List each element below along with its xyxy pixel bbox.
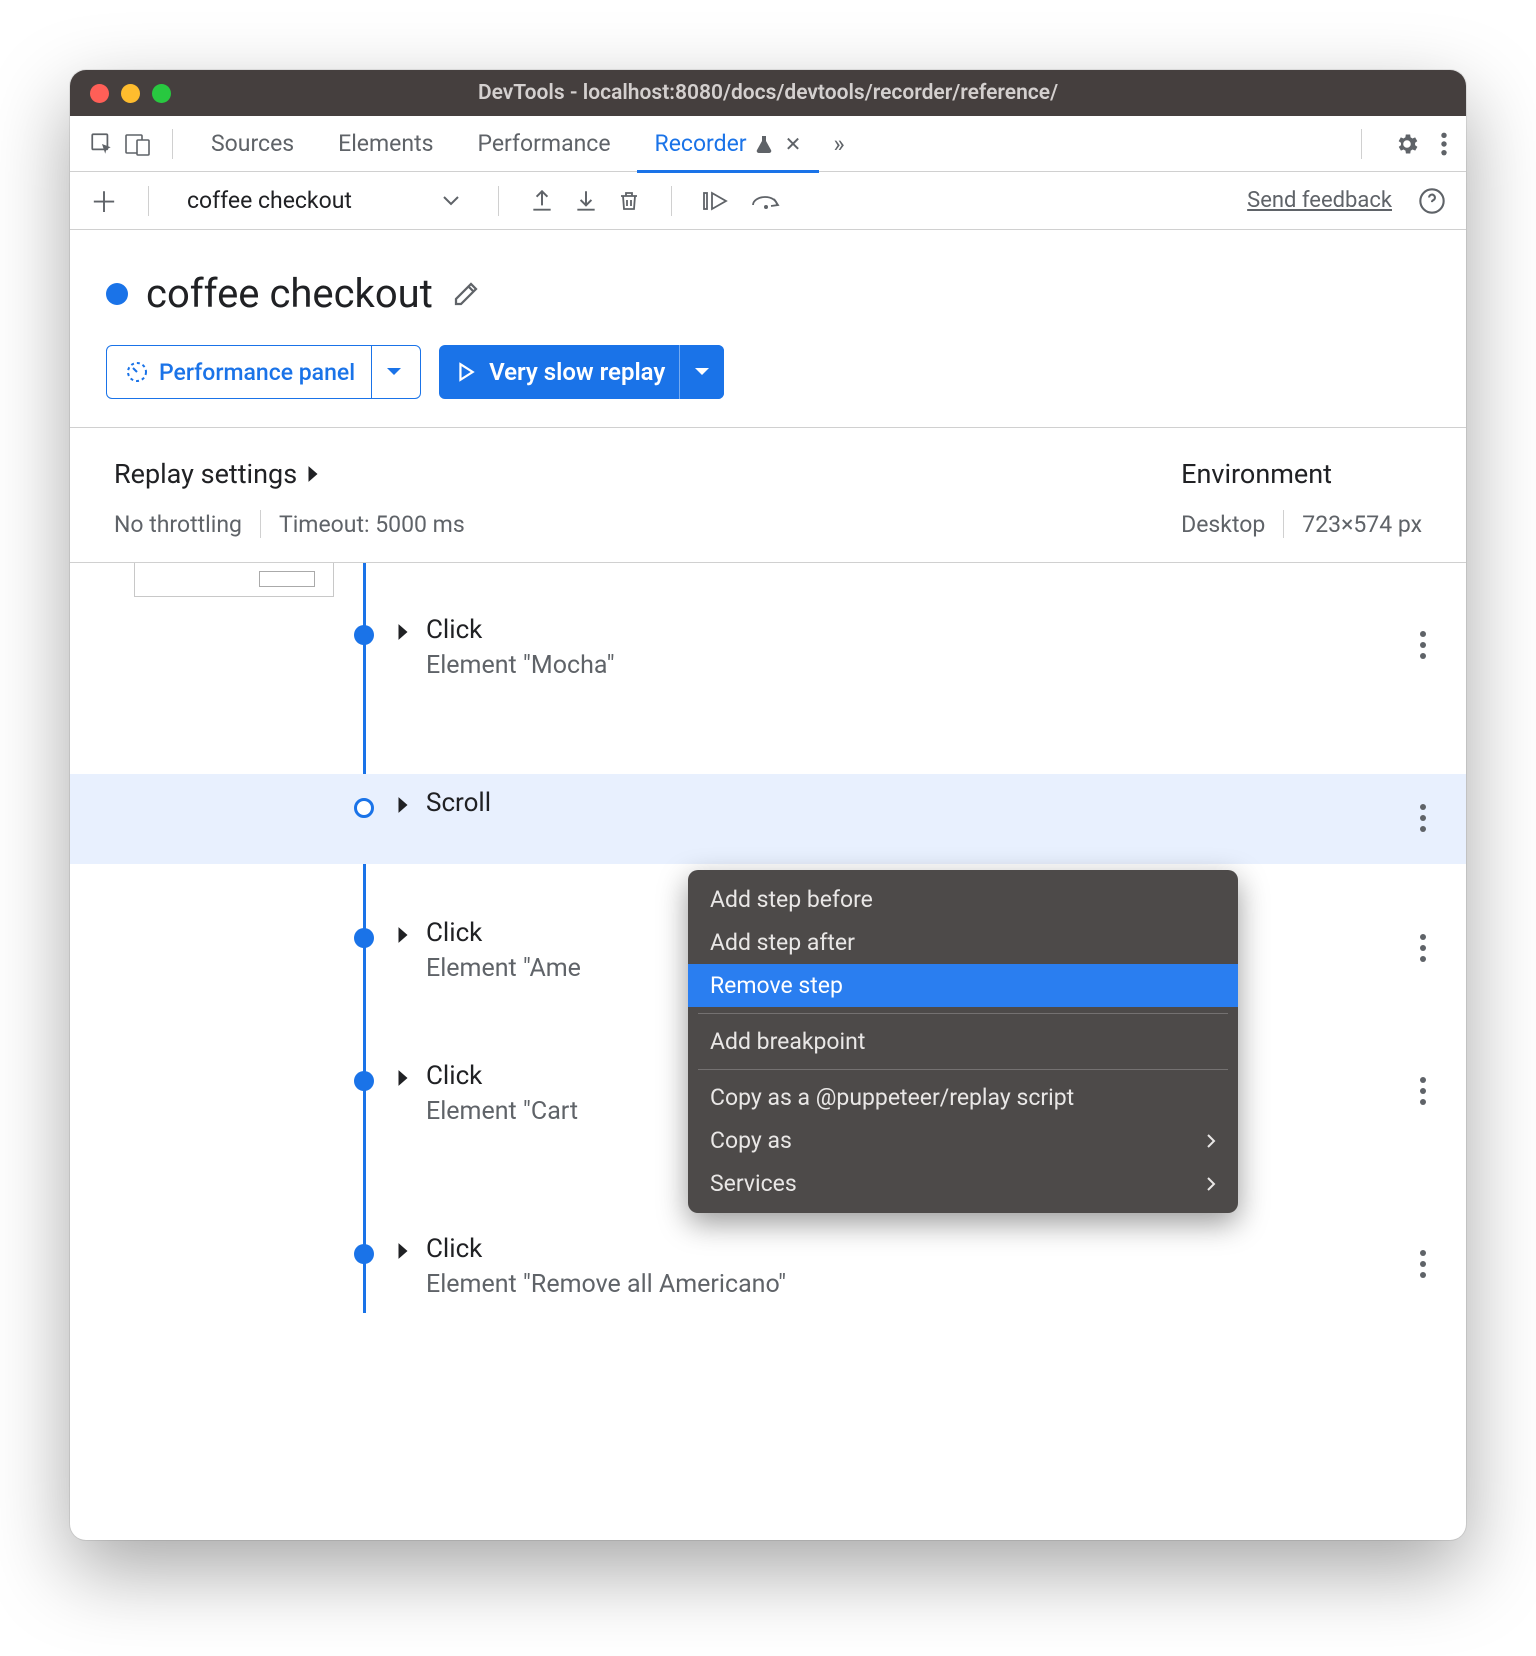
separator <box>671 186 672 216</box>
menu-add-step-before[interactable]: Add step before <box>688 878 1238 921</box>
edit-title-icon[interactable] <box>451 279 481 309</box>
tab-performance[interactable]: Performance <box>459 116 628 172</box>
menu-remove-step[interactable]: Remove step <box>688 964 1238 1007</box>
chevron-down-icon <box>442 195 460 207</box>
replay-dropdown-toggle[interactable] <box>679 345 724 399</box>
tab-label: Performance <box>477 130 610 157</box>
close-tab-icon[interactable]: ✕ <box>785 132 802 156</box>
step-subtitle: Element "Remove all Americano" <box>426 1270 1406 1299</box>
step-dot-icon <box>354 1244 374 1264</box>
step-menu-icon[interactable] <box>1420 934 1426 962</box>
recording-indicator-icon <box>106 283 128 305</box>
step-title: Click <box>426 615 1406 645</box>
menu-copy-puppeteer[interactable]: Copy as a @puppeteer/replay script <box>688 1076 1238 1119</box>
timeline-step[interactable]: Scroll <box>70 774 1466 864</box>
button-label: Very slow replay <box>489 358 665 386</box>
step-menu-icon[interactable] <box>1420 804 1426 832</box>
settings-gear-icon[interactable] <box>1394 131 1420 157</box>
step-dot-icon <box>354 625 374 645</box>
button-label: Performance panel <box>159 359 355 386</box>
environment-heading: Environment <box>1181 458 1422 490</box>
traffic-lights <box>90 84 171 103</box>
import-icon[interactable] <box>573 187 599 215</box>
menu-copy-as[interactable]: Copy as <box>688 1119 1238 1162</box>
tab-label: Sources <box>211 130 294 157</box>
recording-name: coffee checkout <box>187 187 352 214</box>
devtools-window: DevTools - localhost:8080/docs/devtools/… <box>70 70 1466 1540</box>
device-value: Desktop <box>1181 511 1265 538</box>
step-dot-icon <box>354 798 374 818</box>
step-subtitle: Element "Mocha" <box>426 651 1406 680</box>
expand-caret-icon[interactable] <box>396 623 410 641</box>
more-tabs-icon[interactable]: » <box>827 130 850 158</box>
settings-row: Replay settings No throttling Timeout: 5… <box>70 428 1466 562</box>
tab-recorder[interactable]: Recorder ✕ <box>637 116 820 172</box>
separator <box>1283 510 1284 538</box>
flow-title: coffee checkout <box>146 270 433 317</box>
step-menu-icon[interactable] <box>1420 631 1426 659</box>
separator <box>260 510 261 538</box>
throttling-value: No throttling <box>114 511 242 538</box>
perf-dropdown-toggle[interactable] <box>371 346 402 398</box>
tab-label: Elements <box>338 130 433 157</box>
menu-services[interactable]: Services <box>688 1162 1238 1205</box>
expand-caret-icon[interactable] <box>396 796 410 814</box>
window-title: DevTools - localhost:8080/docs/devtools/… <box>70 81 1466 105</box>
performance-panel-button[interactable]: Performance panel <box>106 345 421 399</box>
tab-label: Recorder <box>655 130 747 157</box>
close-window-button[interactable] <box>90 84 109 103</box>
recorder-toolbar: ＋ coffee checkout Send feedback <box>70 172 1466 230</box>
menu-separator <box>698 1013 1228 1014</box>
minimize-window-button[interactable] <box>121 84 140 103</box>
device-toggle-icon[interactable] <box>124 130 152 158</box>
menu-add-step-after[interactable]: Add step after <box>688 921 1238 964</box>
screenshot-thumbnail[interactable] <box>134 563 334 597</box>
dimensions-value: 723×574 px <box>1302 511 1422 538</box>
expand-caret-icon[interactable] <box>396 1242 410 1260</box>
kebab-menu-icon[interactable] <box>1440 131 1448 157</box>
replay-button[interactable]: Very slow replay <box>439 345 724 399</box>
expand-caret-icon[interactable] <box>396 926 410 944</box>
separator <box>498 186 499 216</box>
maximize-window-button[interactable] <box>152 84 171 103</box>
step-context-menu: Add step before Add step after Remove st… <box>688 870 1238 1213</box>
flow-header: coffee checkout Performance panel Very s… <box>70 230 1466 427</box>
timeline-step[interactable]: Click Element "Remove all Americano" <box>70 1220 1466 1313</box>
titlebar: DevTools - localhost:8080/docs/devtools/… <box>70 70 1466 116</box>
step-title: Scroll <box>426 788 1406 818</box>
play-icon <box>457 362 475 382</box>
submenu-caret-icon <box>1206 1133 1216 1149</box>
step-dot-icon <box>354 1071 374 1091</box>
gauge-icon <box>125 360 149 384</box>
separator <box>172 129 173 159</box>
tab-elements[interactable]: Elements <box>320 116 451 172</box>
step-menu-icon[interactable] <box>1420 1250 1426 1278</box>
inspect-element-icon[interactable] <box>88 130 116 158</box>
timeline-step[interactable]: Click Element "Mocha" <box>70 601 1466 694</box>
new-recording-icon[interactable]: ＋ <box>90 181 118 221</box>
delete-icon[interactable] <box>617 187 641 215</box>
step-menu-icon[interactable] <box>1420 1077 1426 1105</box>
menu-add-breakpoint[interactable]: Add breakpoint <box>688 1020 1238 1063</box>
separator <box>148 186 149 216</box>
export-icon[interactable] <box>529 187 555 215</box>
step-title: Click <box>426 1234 1406 1264</box>
submenu-caret-icon <box>1206 1176 1216 1192</box>
step-over-icon[interactable] <box>750 190 784 212</box>
expand-caret-icon[interactable] <box>396 1069 410 1087</box>
separator <box>1361 129 1362 159</box>
step-dot-icon <box>354 928 374 948</box>
recording-dropdown[interactable]: coffee checkout <box>179 187 468 214</box>
panel-tabstrip: Sources Elements Performance Recorder ✕ … <box>70 116 1466 172</box>
flask-icon <box>755 134 773 154</box>
help-icon[interactable] <box>1418 187 1446 215</box>
tab-sources[interactable]: Sources <box>193 116 312 172</box>
timeout-value: Timeout: 5000 ms <box>279 511 465 538</box>
menu-separator <box>698 1069 1228 1070</box>
step-through-icon[interactable] <box>702 188 732 214</box>
send-feedback-link[interactable]: Send feedback <box>1247 188 1392 213</box>
replay-settings-heading[interactable]: Replay settings <box>114 458 465 490</box>
